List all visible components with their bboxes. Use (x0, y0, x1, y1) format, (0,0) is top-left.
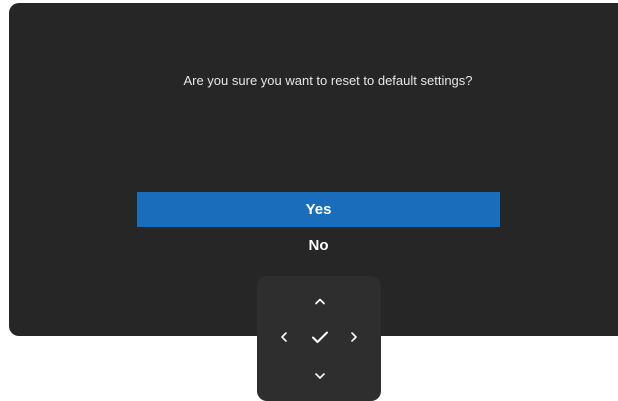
yes-option[interactable]: Yes (137, 192, 500, 227)
no-option[interactable]: No (137, 228, 500, 263)
chevron-left-icon[interactable] (272, 325, 296, 349)
chevron-up-icon[interactable] (308, 289, 332, 313)
checkmark-icon[interactable] (308, 325, 332, 349)
chevron-down-icon[interactable] (308, 364, 332, 388)
reset-prompt-message: Are you sure you want to reset to defaul… (183, 73, 473, 88)
navigation-pad (257, 276, 381, 401)
chevron-right-icon[interactable] (342, 325, 366, 349)
